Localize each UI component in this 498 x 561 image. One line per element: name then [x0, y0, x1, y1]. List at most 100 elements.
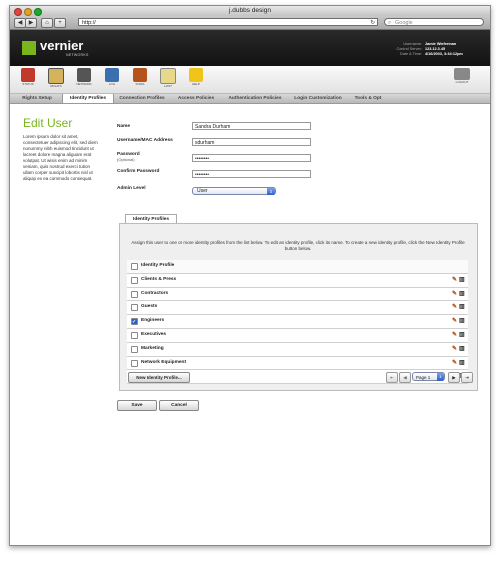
zoom-window-button[interactable] [34, 8, 42, 16]
user-info-label: Date & Time: [400, 52, 422, 56]
home-button[interactable]: ⌂ [41, 18, 53, 28]
lost-button[interactable]: LOST [158, 68, 178, 88]
profile-checkbox[interactable] [131, 304, 138, 312]
next-page-button[interactable]: ▶ [448, 372, 460, 383]
profile-name-link[interactable]: Clients & Press [141, 274, 176, 286]
profile-name-link[interactable]: Network Equipment [141, 357, 186, 369]
profiles-description: Assign this user to one or more identity… [131, 240, 465, 251]
password-optional-note: (Optional) [117, 157, 135, 162]
page-title: Edit User [23, 116, 73, 130]
help-button[interactable]: HELP [186, 68, 206, 86]
trash-icon[interactable]: ▥ [459, 277, 465, 283]
vernier-logo-icon [22, 41, 36, 55]
first-page-button[interactable]: ⇤ [386, 372, 398, 383]
password-label-group: Password (Optional) [117, 152, 140, 162]
icon-toolbar: STATUS RIGHTS NETWORK LOG FIXES LOST HEL… [10, 66, 490, 94]
search-placeholder: Google [395, 20, 413, 26]
page-select[interactable]: Page 1 ⇕ [412, 372, 445, 381]
edit-pencil-icon[interactable]: ✎ [452, 318, 458, 324]
url-field[interactable]: http:// ↻ [78, 18, 378, 26]
profile-checkbox[interactable] [131, 290, 138, 298]
edit-pencil-icon[interactable]: ✎ [452, 360, 458, 366]
status-button[interactable]: STATUS [18, 68, 38, 86]
search-field[interactable]: ⌕ Google [384, 18, 484, 26]
profile-name-link[interactable]: Contractors [141, 288, 168, 300]
last-page-button[interactable]: ⇥ [461, 372, 473, 383]
trash-icon[interactable]: ▥ [459, 360, 465, 366]
name-label: Name [117, 124, 131, 129]
fixes-icon [133, 68, 147, 82]
trash-icon[interactable]: ▥ [459, 304, 465, 310]
logout-button[interactable]: LOGOUT [450, 68, 474, 84]
page-select-value: Page 1 [416, 375, 431, 380]
select-all-checkbox[interactable] [131, 263, 138, 270]
tab-authentication-policies[interactable]: Authentication Policies [222, 94, 288, 103]
password-field[interactable]: •••••••• [192, 154, 311, 162]
profile-checkbox[interactable] [131, 359, 138, 367]
url-text: http:// [82, 20, 96, 26]
trash-icon[interactable]: ▥ [459, 346, 465, 352]
app-header: vernier NETWORKS Username: Jamie Wieferma… [10, 30, 490, 66]
close-window-button[interactable] [14, 8, 22, 16]
list-item: Guests ✎ ▥ [127, 301, 468, 316]
trash-icon[interactable]: ▥ [459, 332, 465, 338]
edit-pencil-icon[interactable]: ✎ [452, 277, 458, 283]
confirm-password-field[interactable]: •••••••• [192, 170, 311, 178]
forward-button[interactable]: ▶ [25, 18, 37, 28]
prev-page-button[interactable]: ◀ [399, 372, 411, 383]
tab-identity-profiles[interactable]: Identity Profiles [62, 94, 114, 103]
mac-field[interactable]: sdurham [192, 138, 311, 146]
profile-checkbox[interactable] [131, 331, 138, 339]
trash-icon[interactable]: ▥ [459, 318, 465, 324]
log-button[interactable]: LOG [102, 68, 122, 86]
select-arrows-icon: ⇕ [437, 373, 444, 381]
save-button[interactable]: Save [117, 400, 157, 411]
profiles-list: Identity Profile Clients & Press ✎ ▥ Contr… [127, 260, 468, 385]
fixes-button[interactable]: FIXES [130, 68, 150, 86]
help-icon [189, 68, 203, 82]
profile-name-link[interactable]: Engineers [141, 315, 164, 327]
add-bookmark-button[interactable]: + [54, 18, 66, 28]
mac-label: Username/MAC Address [117, 138, 173, 143]
rights-label: RIGHTS [50, 84, 62, 88]
network-button[interactable]: NETWORK [74, 68, 94, 86]
tab-rights-setup[interactable]: Rights Setup [14, 94, 60, 103]
rights-button[interactable]: RIGHTS [46, 68, 66, 88]
admin-level-select[interactable]: User ⇕ [192, 187, 276, 195]
profile-checkbox[interactable] [131, 316, 138, 328]
help-label: HELP [192, 82, 200, 86]
profile-name-link[interactable]: Marketing [141, 343, 164, 355]
network-icon [77, 68, 91, 82]
admin-level-value: User [197, 188, 208, 194]
log-icon [105, 68, 119, 82]
window-title: j.dubbs design [229, 7, 271, 14]
tab-access-policies[interactable]: Access Policies [172, 94, 220, 103]
profile-checkbox[interactable] [131, 345, 138, 353]
list-item: Clients & Press ✎ ▥ [127, 273, 468, 288]
logo-text: vernier [40, 38, 84, 53]
list-item: Network Equipment ✎ ▥ [127, 356, 468, 371]
reload-icon[interactable]: ↻ [370, 19, 375, 27]
profile-checkbox[interactable] [131, 276, 138, 284]
edit-pencil-icon[interactable]: ✎ [452, 346, 458, 352]
identity-profiles-panel: Assign this user to one or more identity… [119, 223, 478, 391]
name-field[interactable]: Sandra Durham [192, 122, 311, 130]
profiles-header-label: Identity Profile [141, 263, 175, 268]
profile-name-link[interactable]: Executives [141, 329, 166, 341]
cancel-button[interactable]: Cancel [159, 400, 199, 411]
edit-pencil-icon[interactable]: ✎ [452, 304, 458, 310]
trash-icon[interactable]: ▥ [459, 291, 465, 297]
tab-tools-options[interactable]: Tools & Opt [348, 94, 388, 103]
tab-connection-profiles[interactable]: Connection Profiles [114, 94, 170, 103]
new-identity-profile-button[interactable]: New Identity Profile... [128, 372, 190, 383]
edit-pencil-icon[interactable]: ✎ [452, 291, 458, 297]
profile-name-link[interactable]: Guests [141, 301, 157, 313]
user-info-value: 4/16/2003, 3:34:12pm [425, 52, 463, 56]
tab-login-customization[interactable]: Login Customization [290, 94, 346, 103]
minimize-window-button[interactable] [24, 8, 32, 16]
select-arrows-icon: ⇕ [267, 188, 275, 195]
edit-pencil-icon[interactable]: ✎ [452, 332, 458, 338]
lost-label: LOST [164, 84, 172, 88]
rights-icon [48, 68, 64, 84]
list-item: Executives ✎ ▥ [127, 328, 468, 343]
